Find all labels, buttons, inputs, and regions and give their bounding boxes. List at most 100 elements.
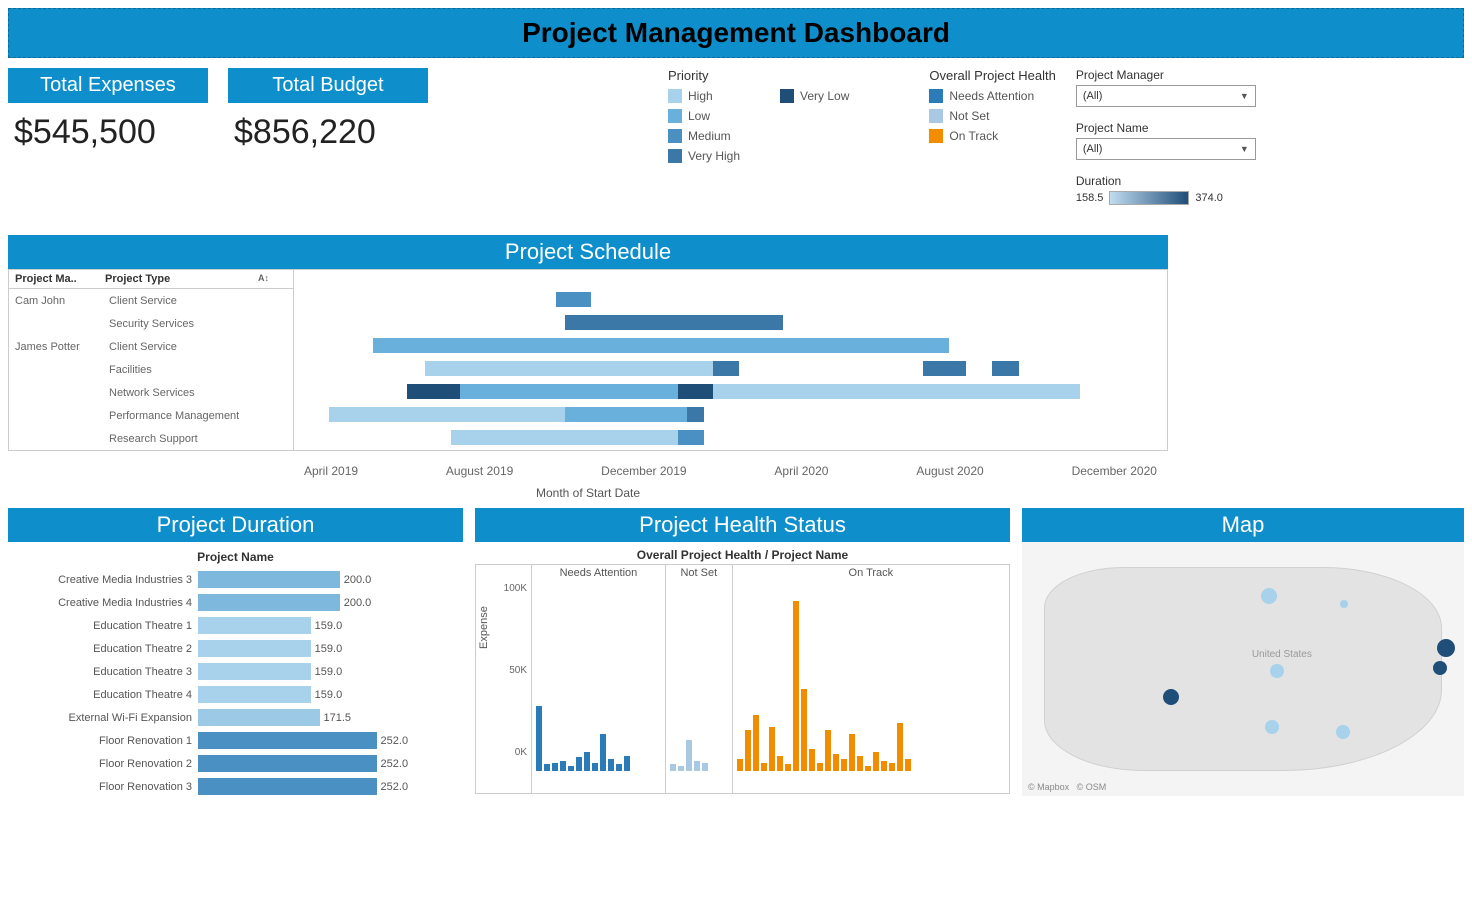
gantt-bar[interactable] [713, 361, 739, 376]
filter-project-manager-dropdown[interactable]: (All) ▼ [1076, 85, 1256, 107]
gantt-bar[interactable] [678, 430, 704, 445]
health-bar[interactable] [833, 754, 839, 771]
legend-item[interactable]: Medium [668, 129, 740, 143]
duration-row[interactable]: Creative Media Industries 3200.0 [8, 568, 463, 591]
gantt-bar[interactable] [460, 384, 678, 399]
map-canvas[interactable]: United States © Mapbox © OSM [1022, 542, 1464, 796]
schedule-col-manager[interactable]: Project Ma.. [15, 273, 105, 285]
map-dot[interactable] [1433, 661, 1447, 675]
health-bar[interactable] [857, 756, 863, 771]
health-bar[interactable] [841, 759, 847, 771]
health-bar[interactable] [745, 730, 751, 771]
filter-project-name-dropdown[interactable]: (All) ▼ [1076, 138, 1256, 160]
health-bar[interactable] [584, 752, 590, 771]
gantt-bar[interactable] [992, 361, 1018, 376]
gantt-bar[interactable] [407, 384, 459, 399]
health-bar[interactable] [801, 689, 807, 771]
duration-row[interactable]: Floor Renovation 2252.0 [8, 752, 463, 775]
duration-value: 252.0 [381, 735, 409, 747]
health-bar[interactable] [536, 706, 542, 771]
health-bar[interactable] [889, 763, 895, 772]
health-bar[interactable] [568, 766, 574, 771]
health-bar[interactable] [624, 756, 630, 771]
health-bar[interactable] [865, 766, 871, 771]
gantt-row[interactable] [294, 311, 1167, 334]
duration-row[interactable]: Creative Media Industries 4200.0 [8, 591, 463, 614]
gantt-bar[interactable] [451, 430, 678, 445]
health-bar[interactable] [592, 763, 598, 772]
legend-duration-label: Duration [1076, 174, 1276, 188]
legend-item[interactable]: Very Low [780, 89, 849, 103]
gantt-bar[interactable] [565, 315, 783, 330]
health-bar[interactable] [881, 761, 887, 771]
gantt-row[interactable] [294, 357, 1167, 380]
legend-item[interactable]: Very High [668, 149, 740, 163]
schedule-col-type[interactable]: Project Type [105, 273, 170, 285]
gantt-row[interactable] [294, 334, 1167, 357]
health-bar[interactable] [809, 749, 815, 771]
duration-row[interactable]: Education Theatre 3159.0 [8, 660, 463, 683]
schedule-row: Performance Management [9, 404, 293, 427]
gantt-row[interactable] [294, 288, 1167, 311]
health-bar[interactable] [897, 723, 903, 771]
health-bar[interactable] [825, 730, 831, 771]
legend-item[interactable]: Low [668, 109, 740, 123]
health-bar[interactable] [608, 759, 614, 771]
duration-row[interactable]: Education Theatre 4159.0 [8, 683, 463, 706]
gantt-bar[interactable] [425, 361, 713, 376]
health-bar[interactable] [686, 740, 692, 771]
axis-tick: April 2019 [304, 464, 358, 478]
duration-value: 159.0 [315, 689, 343, 701]
duration-row[interactable]: Floor Renovation 3252.0 [8, 775, 463, 798]
duration-row[interactable]: Education Theatre 2159.0 [8, 637, 463, 660]
health-bar[interactable] [552, 763, 558, 772]
map-dot[interactable] [1265, 720, 1279, 734]
health-bar[interactable] [678, 766, 684, 771]
gantt-bar[interactable] [329, 407, 565, 422]
gantt-bar[interactable] [678, 384, 713, 399]
legend-item[interactable]: Needs Attention [929, 89, 1055, 103]
legend-item[interactable]: On Track [929, 129, 1055, 143]
health-bar[interactable] [905, 759, 911, 771]
health-bar[interactable] [769, 727, 775, 771]
duration-row[interactable]: Floor Renovation 1252.0 [8, 729, 463, 752]
health-bar[interactable] [694, 761, 700, 771]
map-dot[interactable] [1336, 725, 1350, 739]
health-bar[interactable] [785, 764, 791, 771]
health-bar[interactable] [793, 601, 799, 771]
map-dot[interactable] [1437, 639, 1455, 657]
sort-icon[interactable]: A↕ [258, 273, 269, 285]
gantt-bar[interactable] [923, 361, 967, 376]
map-dot[interactable] [1270, 664, 1284, 678]
health-bar[interactable] [777, 756, 783, 771]
health-bar[interactable] [576, 757, 582, 771]
health-bar[interactable] [817, 763, 823, 772]
health-bar[interactable] [873, 752, 879, 771]
ytick: 0K [515, 747, 527, 758]
health-bar[interactable] [600, 734, 606, 771]
health-bar[interactable] [544, 764, 550, 771]
duration-row[interactable]: External Wi-Fi Expansion171.5 [8, 706, 463, 729]
duration-value: 159.0 [315, 666, 343, 678]
gantt-bar[interactable] [565, 407, 687, 422]
health-bar[interactable] [737, 759, 743, 771]
gantt-bar[interactable] [373, 338, 949, 353]
health-bar[interactable] [702, 763, 708, 772]
gantt-bar[interactable] [687, 407, 704, 422]
health-bar[interactable] [670, 764, 676, 771]
legend-item[interactable]: Not Set [929, 109, 1055, 123]
duration-row[interactable]: Education Theatre 1159.0 [8, 614, 463, 637]
health-bar[interactable] [560, 761, 566, 771]
health-bar[interactable] [761, 763, 767, 772]
gantt-row[interactable] [294, 380, 1167, 403]
swatch-icon [668, 129, 682, 143]
map-dot[interactable] [1261, 588, 1277, 604]
gantt-bar[interactable] [556, 292, 591, 307]
gantt-row[interactable] [294, 403, 1167, 426]
health-bar[interactable] [849, 734, 855, 771]
gantt-row[interactable] [294, 426, 1167, 449]
health-bar[interactable] [753, 715, 759, 771]
gantt-bar[interactable] [713, 384, 1080, 399]
legend-item[interactable]: High [668, 89, 740, 103]
health-bar[interactable] [616, 764, 622, 771]
